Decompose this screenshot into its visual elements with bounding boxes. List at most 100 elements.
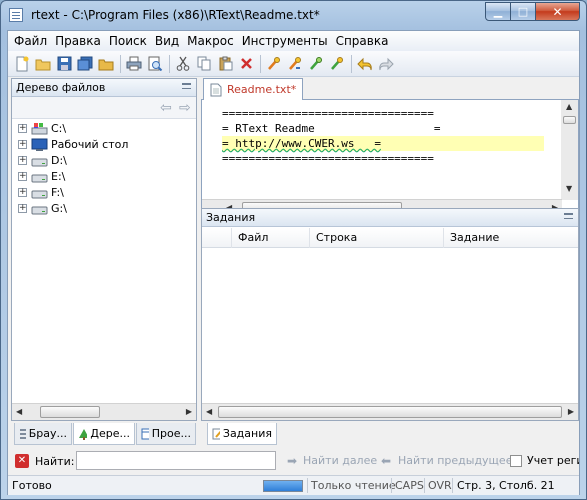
tree-item-label: E:\	[51, 169, 66, 183]
text-editor[interactable]: ================================ = RText…	[201, 100, 579, 217]
open-icon[interactable]	[96, 54, 116, 74]
toolbar-separator	[120, 54, 121, 73]
tree-icon	[79, 428, 88, 440]
tab-file-tree[interactable]: Дере...	[73, 423, 135, 445]
app-icon	[9, 8, 23, 22]
status-separator	[391, 478, 392, 493]
menu-help[interactable]: Справка	[332, 31, 393, 51]
horizontal-scrollbar[interactable]: ◀ ▶	[202, 403, 578, 420]
toolbar-separator	[351, 54, 352, 73]
menu-bar: Файл Правка Поиск Вид Макрос Инструменты…	[8, 31, 579, 51]
window-title: rtext - C:\Program Files (x86)\RText\Rea…	[31, 8, 320, 22]
tab-label: Прое...	[151, 427, 191, 440]
menu-file[interactable]: Файл	[10, 31, 51, 51]
scroll-down-icon[interactable]: ▼	[566, 184, 572, 193]
scroll-thumb[interactable]	[40, 406, 100, 418]
open-folder-icon[interactable]	[33, 54, 53, 74]
tree-item[interactable]: + C:\	[12, 120, 196, 136]
close-button[interactable]: ✕	[536, 2, 580, 21]
tab-tasks[interactable]: Задания	[207, 423, 277, 445]
tree-item[interactable]: + F:\	[12, 184, 196, 200]
menu-view[interactable]: Вид	[151, 31, 183, 51]
find-bar: ✕ Найти: ➡ Найти далее ⬅ Найти предыдуще…	[11, 449, 579, 473]
column-file[interactable]: Файл	[232, 228, 310, 248]
delete-icon[interactable]	[236, 54, 256, 74]
cursor-position: Стр. 3, Столб. 21	[457, 479, 555, 492]
column-line[interactable]: Строка	[310, 228, 444, 248]
progress-bar	[263, 480, 303, 492]
tree-item[interactable]: + G:\	[12, 200, 196, 216]
cut-icon[interactable]	[173, 54, 193, 74]
find-next-button[interactable]: Найти далее	[303, 454, 377, 467]
scroll-thumb[interactable]	[218, 406, 562, 418]
column-icon[interactable]	[202, 228, 232, 248]
scroll-left-icon[interactable]: ◀	[206, 407, 212, 416]
tab-browser[interactable]: Брау...	[14, 423, 72, 445]
expand-icon[interactable]: +	[18, 187, 27, 197]
undo-icon[interactable]	[355, 54, 375, 74]
tab-project[interactable]: Прое...	[136, 423, 196, 445]
expand-icon[interactable]: +	[18, 139, 27, 149]
tasks-header: Задания	[202, 209, 578, 227]
tab-label: Брау...	[28, 427, 67, 440]
menu-tools[interactable]: Инструменты	[238, 31, 332, 51]
tree-item[interactable]: + D:\	[12, 152, 196, 168]
find-next-icon[interactable]	[285, 54, 305, 74]
scroll-up-icon[interactable]: ▲	[566, 102, 572, 111]
print-preview-icon[interactable]	[145, 54, 165, 74]
vertical-scrollbar[interactable]: ▲ ▼	[561, 100, 578, 200]
menu-edit[interactable]: Правка	[51, 31, 105, 51]
tree-item-label: Рабочий стол	[51, 137, 129, 151]
maximize-button[interactable]: □	[511, 2, 536, 21]
find-input[interactable]	[76, 451, 276, 470]
paste-icon[interactable]	[215, 54, 235, 74]
tree-item-label: D:\	[51, 153, 67, 167]
bottom-tab-strip: Брау... Дере... Прое... Задания	[11, 423, 579, 445]
expand-icon[interactable]: +	[18, 171, 27, 181]
find-next-arrow-icon: ➡	[287, 454, 298, 468]
match-case-checkbox[interactable]	[510, 455, 522, 467]
scroll-right-icon[interactable]: ▶	[568, 407, 574, 416]
tab-label: Дере...	[90, 427, 130, 440]
column-task[interactable]: Задание	[444, 228, 578, 248]
replace-icon[interactable]	[306, 54, 326, 74]
horizontal-scrollbar[interactable]: ◀ ▶	[12, 403, 196, 420]
new-file-icon[interactable]	[12, 54, 32, 74]
save-all-icon[interactable]	[75, 54, 95, 74]
scroll-left-icon[interactable]: ◀	[16, 407, 22, 416]
project-icon	[141, 428, 149, 439]
minimize-button[interactable]: ▁	[485, 2, 511, 21]
tab-readme[interactable]: Readme.txt*	[203, 78, 304, 100]
file-tree: + C:\ + Рабочий стол + D:\ + E:\ + F:\ +…	[12, 120, 196, 402]
forward-arrow-icon[interactable]: ⇨	[179, 100, 191, 116]
title-bar[interactable]: rtext - C:\Program Files (x86)\RText\Rea…	[1, 1, 586, 29]
scroll-right-icon[interactable]: ▶	[186, 407, 192, 416]
drive-icon	[31, 186, 48, 199]
close-find-icon[interactable]: ✕	[15, 454, 29, 468]
redo-icon[interactable]	[376, 54, 396, 74]
panel-menu-icon[interactable]	[182, 83, 191, 89]
caps-indicator: CAPS	[395, 479, 424, 492]
expand-icon[interactable]: +	[18, 155, 27, 165]
back-arrow-icon[interactable]: ⇦	[160, 100, 172, 116]
copy-icon[interactable]	[194, 54, 214, 74]
tab-label: Readme.txt*	[227, 83, 297, 96]
tree-item[interactable]: + E:\	[12, 168, 196, 184]
print-icon[interactable]	[124, 54, 144, 74]
find-icon[interactable]	[264, 54, 284, 74]
save-icon[interactable]	[54, 54, 74, 74]
expand-icon[interactable]: +	[18, 123, 27, 133]
panel-menu-icon[interactable]	[564, 213, 573, 219]
tree-item-label: C:\	[51, 121, 67, 135]
replace-next-icon[interactable]	[327, 54, 347, 74]
scroll-thumb[interactable]	[563, 116, 576, 124]
tasks-title: Задания	[206, 211, 256, 224]
expand-icon[interactable]: +	[18, 203, 27, 213]
menu-macro[interactable]: Макрос	[183, 31, 238, 51]
code-line-link[interactable]: = http://www.CWER.ws =	[222, 136, 381, 151]
tree-item-label: F:\	[51, 185, 64, 199]
menu-search[interactable]: Поиск	[105, 31, 151, 51]
match-case-label: Учет регис	[527, 454, 579, 467]
tree-item[interactable]: + Рабочий стол	[12, 136, 196, 152]
find-previous-button[interactable]: Найти предыдущее	[398, 454, 512, 467]
